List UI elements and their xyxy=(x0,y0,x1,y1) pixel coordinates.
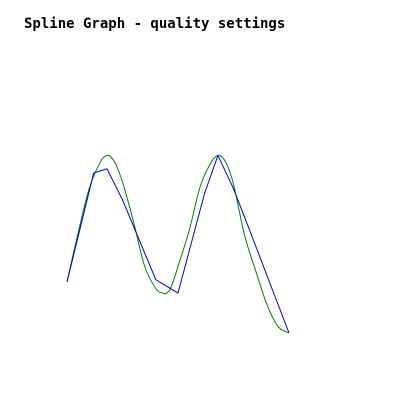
plot-area xyxy=(66,154,290,334)
chart-title: Spline Graph - quality settings xyxy=(24,16,285,32)
series-line-spline xyxy=(66,154,290,334)
spline-chart: Spline Graph - quality settings xyxy=(0,0,400,400)
chart-container: Spline Graph - quality settings xyxy=(0,0,400,400)
series-line-segments xyxy=(66,154,290,334)
